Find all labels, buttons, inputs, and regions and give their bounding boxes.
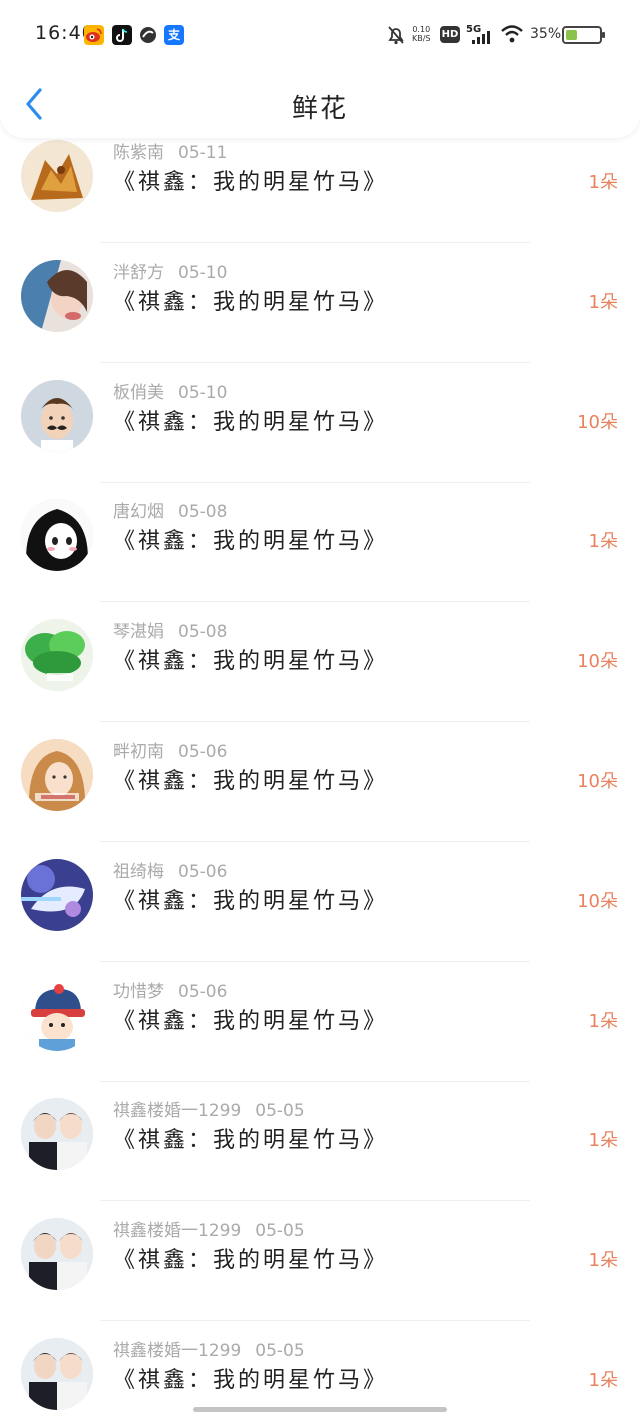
circle-app-icon — [138, 25, 158, 45]
user-name[interactable]: 琴湛娟 — [113, 622, 164, 642]
gift-date: 05-08 — [178, 622, 228, 643]
page-title: 鲜花 — [291, 94, 348, 124]
flower-count: 10朵 — [577, 771, 618, 792]
flower-count: 10朵 — [577, 411, 618, 433]
list-item[interactable]: 陈紫南 05-11 《祺鑫：我的明星竹马》 1朵 — [0, 124, 640, 244]
net-speed-value: 0.10 — [412, 25, 431, 34]
avatar[interactable] — [21, 858, 93, 931]
user-meta: 板俏美 05-10 — [113, 378, 227, 403]
book-title: 《祺鑫：我的明星竹马》 — [113, 1368, 389, 1393]
user-meta: 陈紫南 05-11 — [113, 138, 227, 163]
flower-count: 1朵 — [588, 172, 618, 193]
list-item[interactable]: 畔初南 05-06 《祺鑫：我的明星竹马》 10朵 — [0, 723, 640, 843]
avatar[interactable] — [21, 1098, 93, 1171]
weibo-icon — [84, 25, 104, 45]
flowers-page: 陈紫南 05-11 《祺鑫：我的明星竹马》 1朵 泮舒方 05-10 《祺鑫：我的明星竹马》… — [0, 0, 640, 1415]
gift-date: 05-06 — [178, 742, 228, 762]
gift-date: 05-05 — [255, 1341, 305, 1361]
avatar[interactable] — [21, 978, 93, 1051]
gift-date: 05-10 — [178, 262, 228, 283]
list-item[interactable]: 祺鑫楼婚一1299 05-05 《祺鑫：我的明星竹马》 1朵 — [0, 1082, 640, 1202]
avatar[interactable] — [21, 1338, 93, 1410]
avatar[interactable] — [21, 619, 93, 692]
user-name[interactable]: 畔初南 — [113, 742, 164, 762]
user-meta: 琴湛娟 05-08 — [113, 617, 227, 642]
user-meta: 祺鑫楼婚一1299 05-05 — [113, 1216, 305, 1241]
list-item[interactable]: 琴湛娟 05-08 《祺鑫：我的明星竹马》 10朵 — [0, 603, 640, 723]
book-title: 《祺鑫：我的明星竹马》 — [113, 289, 389, 315]
book-title: 《祺鑫：我的明星竹马》 — [113, 1008, 389, 1034]
user-name[interactable]: 祖绮梅 — [113, 862, 164, 882]
avatar[interactable] — [21, 379, 93, 452]
flower-count: 1朵 — [588, 291, 618, 313]
flower-count: 1朵 — [588, 531, 618, 553]
flower-count: 1朵 — [588, 1370, 618, 1391]
flower-count: 1朵 — [588, 1010, 618, 1032]
avatar[interactable] — [21, 1218, 93, 1291]
gift-date: 05-11 — [178, 143, 228, 163]
tiktok-icon — [112, 25, 132, 45]
user-meta: 唐幻烟 05-08 — [113, 497, 227, 522]
user-name[interactable]: 祺鑫楼婚一1299 — [113, 1101, 241, 1121]
home-indicator[interactable] — [193, 1407, 447, 1412]
avatar[interactable] — [21, 140, 93, 212]
hd-badge: HD — [440, 26, 460, 43]
gift-date: 05-05 — [255, 1221, 305, 1242]
flower-count: 10朵 — [577, 651, 618, 673]
user-meta: 祖绮梅 05-06 — [113, 857, 227, 882]
mute-icon — [386, 24, 406, 50]
book-title: 《祺鑫：我的明星竹马》 — [113, 1248, 389, 1274]
gift-date: 05-06 — [178, 861, 228, 882]
flower-count: 1朵 — [588, 1250, 618, 1272]
user-meta: 畔初南 05-06 — [113, 737, 227, 762]
book-title: 《祺鑫：我的明星竹马》 — [113, 769, 389, 794]
user-name[interactable]: 陈紫南 — [113, 143, 164, 163]
user-name[interactable]: 唐幻烟 — [113, 502, 164, 522]
user-meta: 祺鑫楼婚一1299 05-05 — [113, 1096, 305, 1121]
book-title: 《祺鑫：我的明星竹马》 — [113, 409, 389, 435]
gift-date: 05-08 — [178, 502, 228, 523]
user-name[interactable]: 祺鑫楼婚一1299 — [113, 1341, 241, 1361]
nav-header: 鲜花 — [0, 70, 640, 138]
book-title: 《祺鑫：我的明星竹马》 — [113, 1128, 389, 1154]
list-item[interactable]: 板俏美 05-10 《祺鑫：我的明星竹马》 10朵 — [0, 364, 640, 484]
user-meta: 祺鑫楼婚一1299 05-05 — [113, 1336, 305, 1361]
avatar[interactable] — [21, 499, 93, 572]
book-title: 《祺鑫：我的明星竹马》 — [113, 649, 389, 675]
list-item[interactable]: 祖绮梅 05-06 《祺鑫：我的明星竹马》 10朵 — [0, 843, 640, 963]
signal-5g-icon: 5G — [466, 24, 494, 46]
user-name[interactable]: 板俏美 — [113, 383, 164, 403]
top-bar: 16:40 支 0.10 KB/S HD 5G 35% 鲜花 — [0, 0, 640, 138]
gift-date: 05-10 — [178, 382, 228, 403]
alipay-icon: 支 — [164, 25, 184, 45]
flower-count: 10朵 — [577, 890, 618, 912]
list-item[interactable]: 唐幻烟 05-08 《祺鑫：我的明星竹马》 1朵 — [0, 483, 640, 603]
list-item[interactable]: 泮舒方 05-10 《祺鑫：我的明星竹马》 1朵 — [0, 244, 640, 364]
gift-date: 05-05 — [255, 1101, 305, 1122]
avatar[interactable] — [21, 259, 93, 332]
list-item[interactable]: 祺鑫楼婚一1299 05-05 《祺鑫：我的明星竹马》 1朵 — [0, 1202, 640, 1322]
book-title: 《祺鑫：我的明星竹马》 — [113, 888, 389, 914]
gift-date: 05-06 — [178, 981, 228, 1002]
list-item[interactable]: 祺鑫楼婚一1299 05-05 《祺鑫：我的明星竹马》 1朵 — [0, 1322, 640, 1415]
user-name[interactable]: 祺鑫楼婚一1299 — [113, 1221, 241, 1241]
status-bar: 16:40 支 0.10 KB/S HD 5G 35% — [0, 0, 640, 70]
book-title: 《祺鑫：我的明星竹马》 — [113, 170, 389, 195]
battery-icon — [562, 26, 605, 44]
battery-percent: 35% — [530, 26, 562, 42]
user-name[interactable]: 功惜梦 — [113, 982, 164, 1002]
avatar[interactable] — [21, 739, 93, 811]
net-speed-unit: KB/S — [412, 34, 431, 43]
flower-count: 1朵 — [588, 1130, 618, 1152]
wifi-icon — [500, 24, 524, 50]
user-meta: 功惜梦 05-06 — [113, 977, 227, 1002]
list-item[interactable]: 功惜梦 05-06 《祺鑫：我的明星竹马》 1朵 — [0, 963, 640, 1083]
net-speed: 0.10 KB/S — [412, 25, 431, 51]
user-meta: 泮舒方 05-10 — [113, 258, 227, 283]
book-title: 《祺鑫：我的明星竹马》 — [113, 529, 389, 555]
user-name[interactable]: 泮舒方 — [113, 263, 164, 283]
